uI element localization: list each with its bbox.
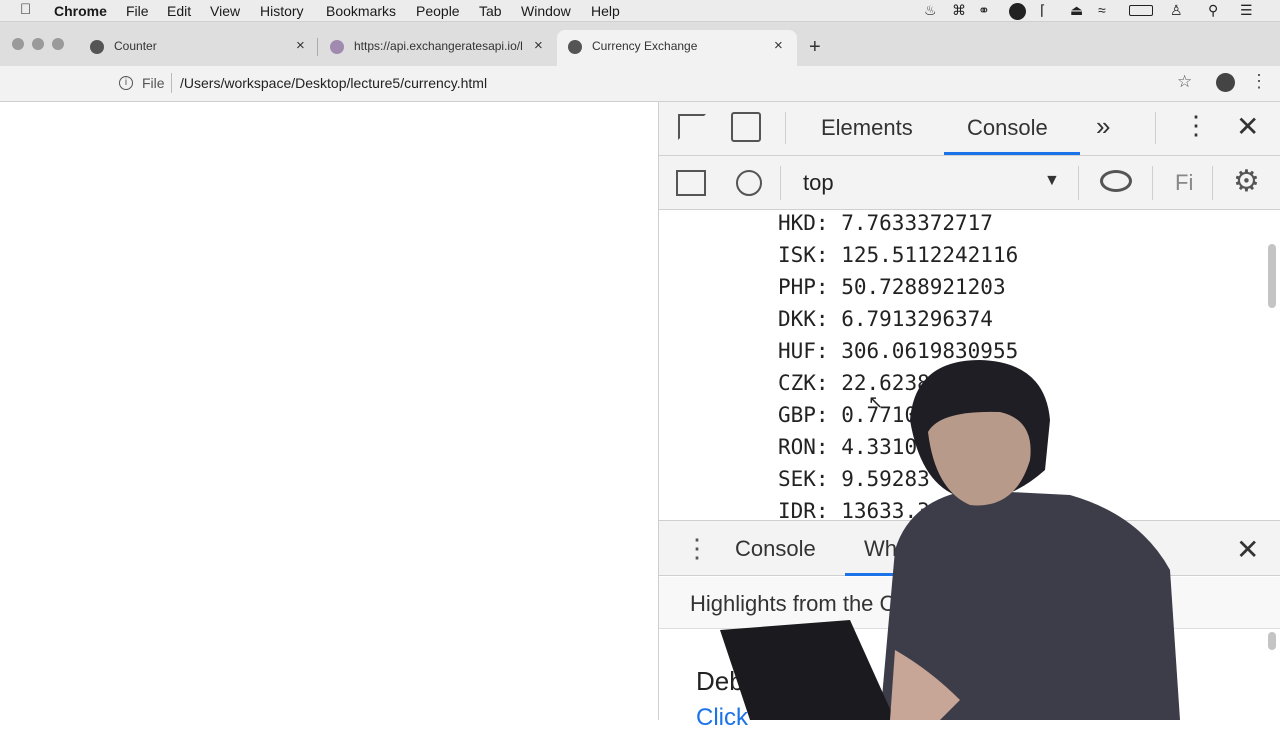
macos-menu-bar:  Chrome File Edit View History Bookmark… <box>0 0 1280 22</box>
tab-divider <box>317 38 318 56</box>
devtools-divider <box>1155 112 1156 144</box>
console-scrollbar[interactable] <box>1268 244 1276 308</box>
site-favicon-icon <box>330 40 344 54</box>
devtools-tab-elements[interactable]: Elements <box>821 115 913 141</box>
currency-code: DKK: <box>778 307 829 331</box>
file-scheme-label: File <box>142 75 165 91</box>
status-app-icon[interactable]: ♨ <box>924 2 937 19</box>
omnibox-divider <box>171 73 172 93</box>
toggle-sidebar-icon[interactable] <box>676 170 706 196</box>
devtools-divider <box>780 166 781 200</box>
console-rate-line: DKK: 6.7913296374 <box>778 307 993 331</box>
device-toolbar-icon[interactable] <box>731 112 761 142</box>
devtools-tab-console[interactable]: Console <box>967 115 1048 141</box>
spotlight-search-icon[interactable]: ⚲ <box>1208 2 1218 19</box>
bluetooth-icon[interactable]: ⌈ <box>1040 2 1045 19</box>
eject-icon[interactable]: ⏏ <box>1070 2 1083 19</box>
context-selector[interactable]: top <box>803 170 834 196</box>
menu-history[interactable]: History <box>260 3 304 19</box>
globe-icon <box>568 40 582 54</box>
info-icon[interactable]: i <box>119 76 133 90</box>
glasses-icon[interactable]: ⚭ <box>978 2 990 19</box>
minimize-window-button[interactable] <box>32 38 44 50</box>
menu-window[interactable]: Window <box>521 3 571 19</box>
inspect-element-icon[interactable] <box>678 114 706 140</box>
bookmark-star-icon[interactable]: ☆ <box>1177 72 1192 92</box>
tab-currency-exchange[interactable]: Currency Exchange × <box>568 36 790 60</box>
play-circle-icon[interactable] <box>1009 3 1026 20</box>
new-tab-button[interactable]: + <box>809 36 821 59</box>
currency-rate: 125.5112242116 <box>841 243 1019 267</box>
presenter-video-overlay <box>720 360 1180 720</box>
live-expression-eye-icon[interactable] <box>1100 170 1132 192</box>
devtools-menu-icon[interactable]: ⋮ <box>1183 110 1209 141</box>
drawer-scrollbar[interactable] <box>1268 632 1276 650</box>
context-dropdown-arrow-icon[interactable]: ▼ <box>1044 172 1060 190</box>
menu-file[interactable]: File <box>126 3 149 19</box>
settings-gear-icon[interactable]: ⚙ <box>1233 164 1260 199</box>
apple-icon[interactable]:  <box>20 1 31 18</box>
devtools-divider <box>1152 166 1153 200</box>
tab-title: Counter <box>114 39 157 53</box>
wifi-icon[interactable]: ≈ <box>1098 2 1106 18</box>
currency-rate: 7.7633372717 <box>841 211 993 235</box>
globe-icon <box>90 40 104 54</box>
currency-rate: 6.7913296374 <box>841 307 993 331</box>
menu-bookmarks[interactable]: Bookmarks <box>326 3 396 19</box>
currency-rate: 50.7288921203 <box>841 275 1006 299</box>
devtools-divider <box>1078 166 1079 200</box>
notification-center-icon[interactable]: ☰ <box>1240 2 1253 19</box>
console-rate-line: PHP: 50.7288921203 <box>778 275 1006 299</box>
more-tabs-icon[interactable]: » <box>1096 111 1110 142</box>
tab-exchangerates-api[interactable]: https://api.exchangeratesapi.io/l × <box>330 36 548 60</box>
address-bar[interactable]: /Users/workspace/Desktop/lecture5/curren… <box>180 75 487 91</box>
menu-view[interactable]: View <box>210 3 240 19</box>
devtools-divider <box>785 112 786 144</box>
close-devtools-icon[interactable]: ✕ <box>1236 110 1259 143</box>
close-tab-icon[interactable]: × <box>774 37 783 54</box>
console-rate-line: HKD: 7.7633372717 <box>778 211 993 235</box>
battery-icon[interactable] <box>1129 5 1153 16</box>
tab-title: Currency Exchange <box>592 39 698 53</box>
tab-title: https://api.exchangeratesapi.io/l <box>354 39 523 53</box>
close-tab-icon[interactable]: × <box>296 37 305 54</box>
zoom-window-button[interactable] <box>52 38 64 50</box>
profile-avatar-icon[interactable] <box>1216 73 1235 92</box>
currency-code: HKD: <box>778 211 829 235</box>
devtools-divider <box>1212 166 1213 200</box>
menu-people[interactable]: People <box>416 3 460 19</box>
filter-input[interactable]: Fi <box>1175 170 1193 196</box>
clear-console-icon[interactable] <box>736 170 762 196</box>
close-drawer-icon[interactable]: ✕ <box>1236 533 1259 566</box>
currency-code: ISK: <box>778 243 829 267</box>
chrome-menu-icon[interactable]: ⋮ <box>1250 71 1268 92</box>
menu-app-name[interactable]: Chrome <box>54 3 107 19</box>
command-icon[interactable]: ⌘ <box>952 2 966 19</box>
menu-help[interactable]: Help <box>591 3 620 19</box>
menu-edit[interactable]: Edit <box>167 3 191 19</box>
user-icon[interactable]: ♙ <box>1170 2 1183 19</box>
tab-counter[interactable]: Counter × <box>90 36 310 60</box>
close-tab-icon[interactable]: × <box>534 37 543 54</box>
currency-code: PHP: <box>778 275 829 299</box>
web-page-content <box>0 102 658 720</box>
active-tab-indicator <box>944 152 1080 155</box>
console-rate-line: ISK: 125.5112242116 <box>778 243 1018 267</box>
close-window-button[interactable] <box>12 38 24 50</box>
menu-tab[interactable]: Tab <box>479 3 502 19</box>
